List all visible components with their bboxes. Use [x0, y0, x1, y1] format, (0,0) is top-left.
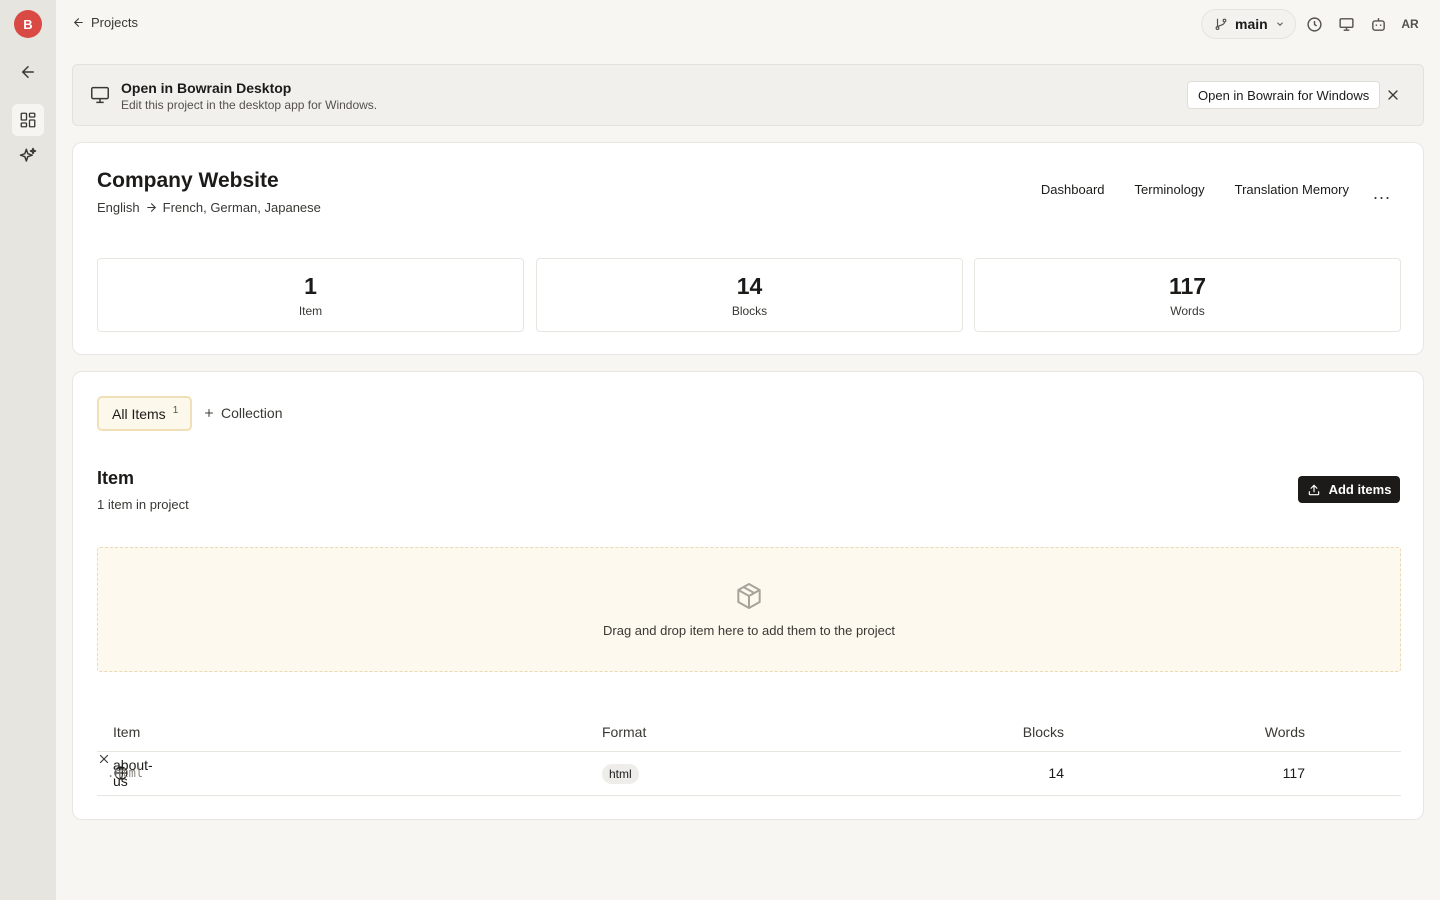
arrow-left-icon: [73, 18, 83, 27]
items-card: All Items 1 Collection Item 1 item in pr…: [72, 371, 1424, 820]
package-icon: [737, 583, 761, 609]
add-collection-button[interactable]: Collection: [203, 405, 282, 421]
back-button[interactable]: [12, 56, 44, 88]
branch-name: main: [1235, 16, 1268, 32]
target-languages: French, German, Japanese: [162, 200, 321, 215]
history-button[interactable]: [1302, 12, 1326, 36]
stat-words: 117 Words: [974, 258, 1401, 332]
tab-all-items[interactable]: All Items 1: [97, 396, 193, 431]
top-bar: Projects main AR: [56, 0, 1440, 48]
desktop-button[interactable]: [1334, 12, 1358, 36]
user-avatar[interactable]: AR: [1398, 12, 1422, 36]
section-subtitle: 1 item in project: [97, 497, 189, 512]
stat-label: Words: [1170, 304, 1205, 318]
source-language: English: [97, 200, 140, 215]
breadcrumb-label: Projects: [91, 15, 138, 30]
more-options-button[interactable]: ...: [1373, 183, 1391, 204]
grid-icon: [20, 112, 36, 128]
tab-dashboard[interactable]: Dashboard: [1041, 182, 1105, 197]
table-header: Item Format Blocks Words: [97, 718, 1401, 752]
column-words[interactable]: Words: [1265, 724, 1305, 740]
desktop-app-banner: Open in Bowrain Desktop Edit this projec…: [72, 64, 1424, 126]
dropzone[interactable]: Drag and drop item here to add them to t…: [97, 547, 1401, 672]
assistant-button[interactable]: [1366, 12, 1390, 36]
stat-label: Item: [298, 304, 323, 318]
tab-all-count: 1: [172, 405, 179, 416]
stat-value: 117: [1168, 273, 1207, 299]
git-branch-icon: [1215, 18, 1227, 31]
monitor-icon: [1338, 17, 1354, 31]
banner-subtitle: Edit this project in the desktop app for…: [121, 98, 378, 112]
close-icon[interactable]: [1385, 87, 1401, 103]
tab-terminology[interactable]: Terminology: [1135, 182, 1205, 197]
open-desktop-button[interactable]: Open in Bowrain for Windows: [1187, 81, 1381, 109]
arrow-left-icon: [21, 66, 34, 78]
section-title: Item: [97, 468, 135, 488]
column-item[interactable]: Item: [113, 724, 140, 740]
stat-value: 14: [736, 273, 763, 299]
close-icon[interactable]: [97, 752, 111, 766]
stat-value: 1: [304, 273, 317, 299]
format-badge: html: [602, 764, 639, 784]
table-row[interactable]: about-us .html html 14 117: [97, 752, 1401, 796]
add-items-label: Add items: [1328, 482, 1392, 497]
bot-icon: [1371, 17, 1385, 31]
dropzone-text: Drag and drop item here to add them to t…: [603, 623, 895, 638]
project-title: Company Website: [97, 169, 279, 192]
project-tabs: Dashboard Terminology Translation Memory: [1041, 182, 1349, 197]
banner-title: Open in Bowrain Desktop: [121, 80, 292, 96]
chevron-down-icon: [1276, 22, 1283, 26]
nav-ai-button[interactable]: [12, 140, 44, 172]
branch-selector[interactable]: main: [1201, 9, 1296, 39]
nav-projects-button[interactable]: [12, 104, 44, 136]
column-format[interactable]: Format: [602, 724, 646, 740]
plus-icon: [205, 409, 213, 417]
arrow-right-icon: [146, 203, 156, 212]
clock-icon: [1306, 16, 1322, 32]
project-header-card: Company Website English French, German, …: [72, 142, 1424, 355]
breadcrumb-projects[interactable]: Projects: [72, 15, 138, 30]
stat-label: Blocks: [731, 304, 768, 318]
monitor-icon: [91, 86, 109, 104]
upload-icon: [1308, 484, 1319, 495]
workspace-logo[interactable]: B: [14, 10, 42, 38]
add-items-button[interactable]: Add items: [1298, 476, 1400, 503]
tab-all-label: All Items: [112, 405, 166, 422]
project-languages: English French, German, Japanese: [97, 200, 321, 215]
add-collection-label: Collection: [221, 405, 283, 421]
item-extension: .html: [107, 766, 144, 780]
item-name-cell[interactable]: about-us .html: [107, 757, 153, 789]
sparkles-icon: [19, 147, 37, 162]
column-blocks[interactable]: Blocks: [1023, 724, 1064, 740]
stat-items: 1 Item: [97, 258, 524, 332]
item-words: 117: [1282, 765, 1305, 781]
item-blocks: 14: [1048, 765, 1064, 781]
tab-translation-memory[interactable]: Translation Memory: [1235, 182, 1349, 197]
stat-blocks: 14 Blocks: [536, 258, 963, 332]
left-rail: B: [0, 0, 56, 900]
